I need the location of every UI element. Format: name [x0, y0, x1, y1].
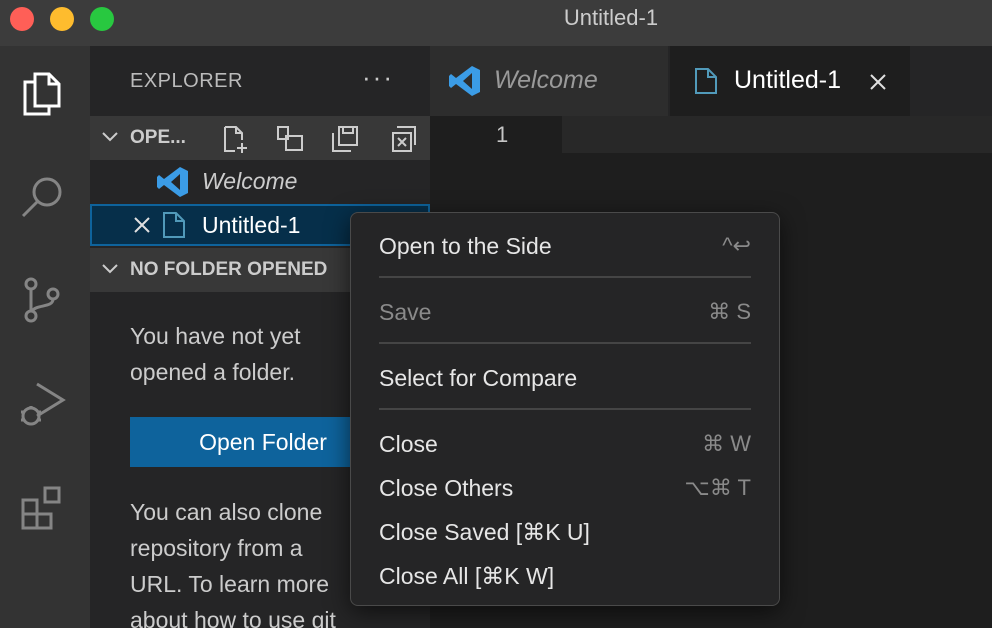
- file-icon: [163, 212, 185, 238]
- files-icon[interactable]: [15, 66, 69, 120]
- close-icon[interactable]: [132, 215, 152, 235]
- menu-item-close[interactable]: Close ⌘ W: [379, 425, 751, 465]
- open-editor-label: Welcome: [202, 168, 298, 194]
- more-actions-icon[interactable]: ···: [362, 62, 394, 93]
- close-all-icon[interactable]: [386, 124, 416, 154]
- menu-item-label: Close All [⌘K W]: [379, 563, 555, 589]
- title-bar: Untitled-1: [0, 0, 992, 46]
- tab-untitled[interactable]: Untitled-1: [670, 46, 910, 116]
- menu-item-close-others[interactable]: Close Others ⌥⌘ T: [379, 469, 751, 509]
- menu-item-save: Save ⌘ S: [379, 293, 751, 333]
- context-menu: Open to the Side ^↩ Save ⌘ S Select for …: [350, 212, 780, 606]
- search-icon[interactable]: [15, 170, 69, 224]
- vscode-logo-icon: [449, 66, 480, 96]
- tab-welcome[interactable]: Welcome: [430, 46, 668, 116]
- menu-item-close-all[interactable]: Close All [⌘K W]: [379, 557, 751, 597]
- menu-item-label: Close Saved [⌘K U]: [379, 519, 590, 545]
- editor-tabs: Welcome Untitled-1: [430, 46, 992, 116]
- new-folder-icon[interactable]: [275, 124, 305, 154]
- menu-separator: [379, 276, 751, 278]
- menu-item-shortcut: ^↩: [722, 233, 751, 258]
- menu-item-label: Select for Compare: [379, 365, 578, 391]
- line-number: 1: [496, 122, 509, 147]
- chevron-down-icon: [102, 264, 118, 274]
- tab-label: Untitled-1: [734, 66, 841, 94]
- menu-item-label: Save: [379, 299, 432, 325]
- menu-item-shortcut: ⌥⌘ T: [684, 475, 751, 500]
- close-icon[interactable]: [868, 72, 888, 92]
- menu-item-label: Close: [379, 431, 438, 457]
- run-debug-icon[interactable]: [15, 376, 69, 430]
- new-file-icon[interactable]: [220, 124, 250, 154]
- chevron-down-icon: [102, 132, 118, 142]
- menu-item-close-saved[interactable]: Close Saved [⌘K U]: [379, 513, 751, 553]
- menu-item-select-for-compare[interactable]: Select for Compare: [379, 359, 751, 399]
- extensions-icon[interactable]: [15, 482, 69, 536]
- menu-separator: [379, 408, 751, 410]
- menu-item-open-to-side[interactable]: Open to the Side ^↩: [379, 227, 751, 267]
- menu-item-label: Open to the Side: [379, 233, 552, 259]
- explorer-header: EXPLORER: [130, 70, 243, 92]
- open-editor-label: Untitled-1: [202, 212, 301, 238]
- open-editors-section-header[interactable]: OPE...: [90, 116, 430, 160]
- current-line-highlight: [562, 116, 992, 153]
- menu-item-label: Close Others: [379, 475, 514, 501]
- open-editors-title: OPE...: [130, 127, 186, 148]
- menu-item-shortcut: ⌘ S: [708, 299, 751, 324]
- menu-separator: [379, 342, 751, 344]
- source-control-icon[interactable]: [15, 272, 69, 326]
- menu-item-shortcut: ⌘ W: [702, 431, 751, 456]
- save-all-icon[interactable]: [330, 124, 360, 154]
- vscode-logo-icon: [157, 167, 188, 197]
- file-icon: [695, 68, 717, 94]
- no-folder-title: NO FOLDER OPENED: [130, 259, 328, 280]
- tab-label: Welcome: [494, 66, 598, 94]
- activity-bar: [0, 46, 90, 628]
- open-editor-item-welcome[interactable]: Welcome: [90, 160, 430, 202]
- window-title: Untitled-1: [563, 5, 659, 30]
